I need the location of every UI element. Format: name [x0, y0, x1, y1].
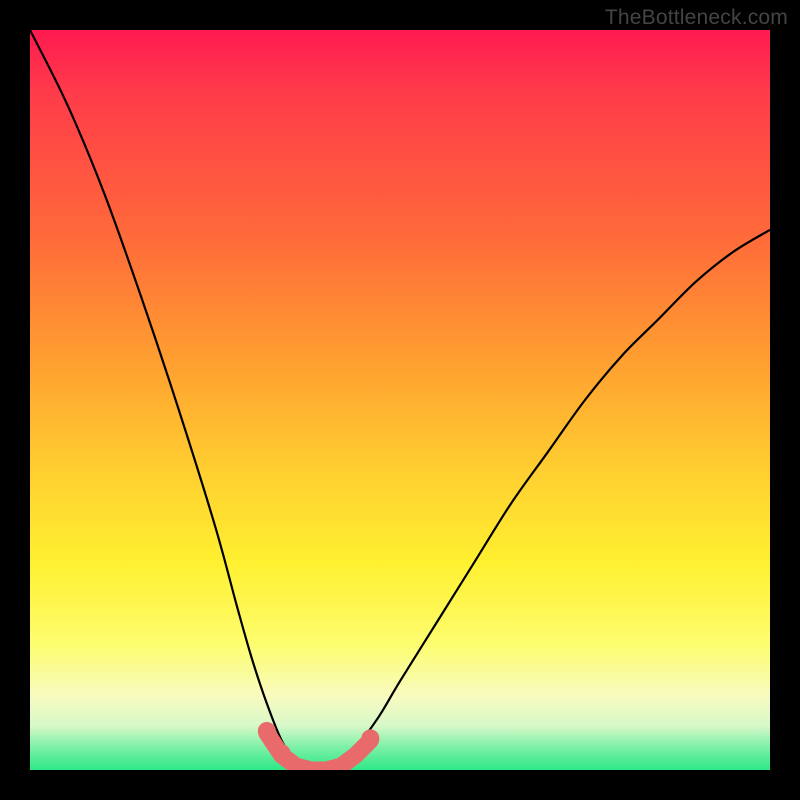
- chart-frame: TheBottleneck.com: [0, 0, 800, 800]
- optimal-range-dot: [273, 744, 291, 762]
- bottleneck-curve-path: [30, 30, 770, 770]
- plot-area: [30, 30, 770, 770]
- optimal-range-dot: [258, 722, 276, 740]
- bottleneck-curve-svg: [30, 30, 770, 770]
- watermark-text: TheBottleneck.com: [605, 6, 788, 30]
- optimal-range-dot: [361, 729, 379, 747]
